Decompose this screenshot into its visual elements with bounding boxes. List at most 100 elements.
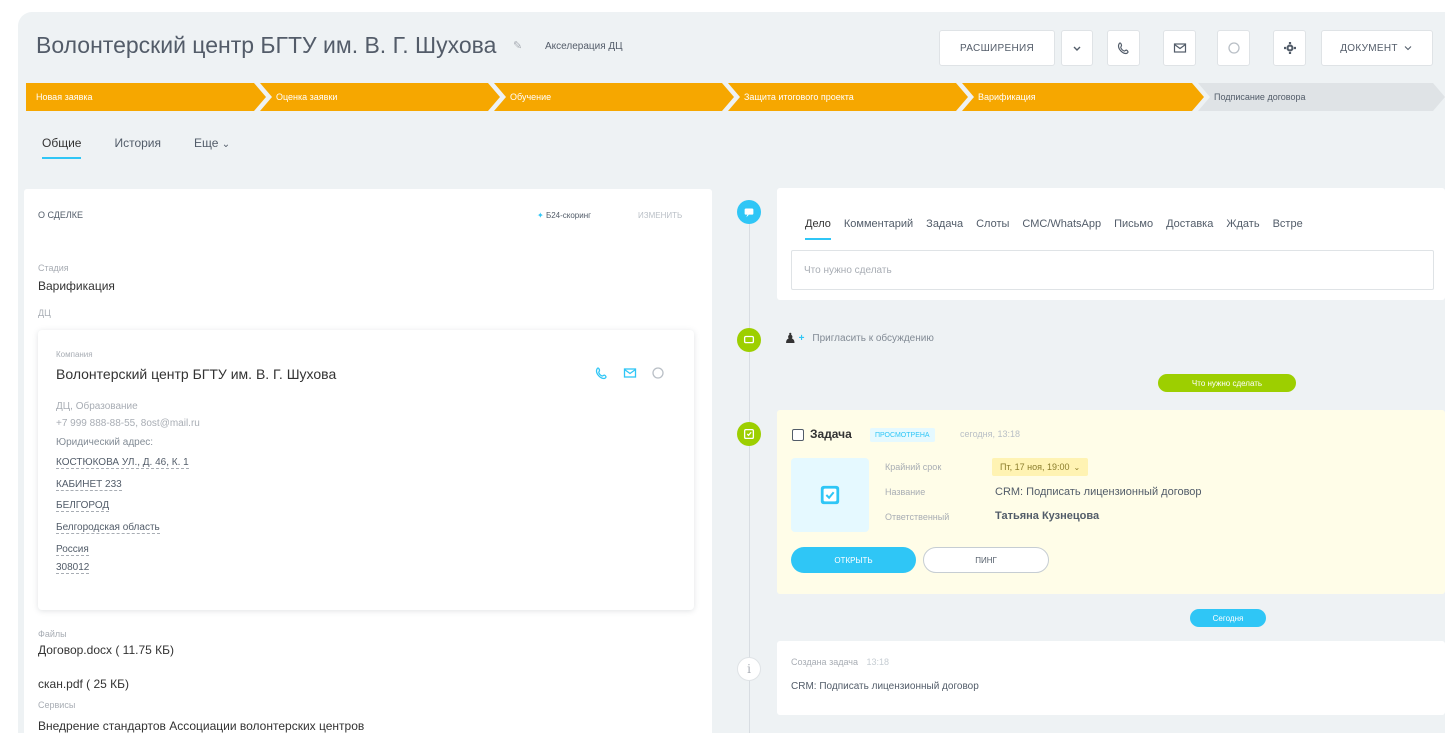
stage-verification[interactable]: Варификация	[962, 83, 1204, 111]
change-section-button[interactable]: изменить	[638, 211, 682, 220]
deal-tabs: Общие История Еще ⌄	[42, 136, 230, 159]
address-label: Юридический адрес:	[56, 437, 154, 448]
company-card: Компания Волонтерский центр БГТУ им. В. …	[38, 330, 694, 610]
activity-editor: Дело Комментарий Задача Слоты СМС/WhatsA…	[777, 188, 1445, 300]
address-line: Белгородская область	[56, 522, 160, 534]
stage-contract-signing[interactable]: Подписание договора	[1198, 83, 1445, 111]
ping-button[interactable]: пинг	[923, 547, 1049, 573]
stage-field-value[interactable]: Варификация	[38, 279, 115, 293]
deadline-label: Крайний срок	[885, 462, 942, 472]
tab-activity-task[interactable]: Дело	[805, 218, 831, 240]
extensions-button[interactable]: РАСШИРЕНИЯ	[939, 30, 1055, 66]
edit-icon	[743, 428, 755, 440]
chat-bubble-icon	[1227, 42, 1240, 54]
bitrix-scoring-link[interactable]: ✦ Б24-скоринг	[537, 211, 591, 220]
call-button[interactable]	[1107, 30, 1140, 66]
todo-input[interactable]: Что нужно сделать	[791, 250, 1434, 290]
file-link[interactable]: Договор.docx ( 11.75 КБ)	[38, 643, 174, 657]
stage-request-evaluation[interactable]: Оценка заявки	[260, 83, 500, 111]
tab-meeting[interactable]: Встре	[1273, 218, 1303, 240]
email-button[interactable]	[1163, 30, 1196, 66]
responsible-value[interactable]: Татьяна Кузнецова	[995, 510, 1099, 522]
deal-header: Волонтерский центр БГТУ им. В. Г. Шухова…	[18, 12, 1445, 74]
messenger-button[interactable]	[1217, 30, 1250, 66]
invite-discussion-row[interactable]: ♟ + Пригласить к обсуждению	[784, 330, 934, 347]
checkbox-checked-icon	[820, 485, 840, 505]
tab-general[interactable]: Общие	[42, 136, 82, 159]
tab-email[interactable]: Письмо	[1114, 218, 1153, 240]
tab-sms-whatsapp[interactable]: СМС/WhatsApp	[1022, 218, 1101, 240]
status-badge: просмотрена	[870, 428, 935, 442]
phone-icon	[1117, 42, 1129, 55]
tab-more[interactable]: Еще ⌄	[194, 136, 230, 159]
edit-title-icon[interactable]: ✎	[513, 39, 522, 52]
tab-comment[interactable]: Комментарий	[844, 218, 913, 240]
history-title: Создана задача	[791, 657, 858, 667]
chevron-down-icon: ⌄	[1073, 462, 1081, 472]
task-complete-checkbox[interactable]	[792, 429, 804, 441]
tab-wait[interactable]: Ждать	[1226, 218, 1259, 240]
deal-info-card: О СДЕЛКЕ ✦ Б24-скоринг изменить Стадия В…	[24, 189, 712, 733]
todo-divider-pill: Что нужно сделать	[1158, 374, 1296, 392]
envelope-icon	[1173, 43, 1186, 53]
stage-new-request[interactable]: Новая заявка	[26, 83, 266, 111]
task-time: сегодня, 13:18	[960, 429, 1021, 439]
task-preview	[791, 458, 869, 532]
timeline-comment-icon	[737, 328, 761, 352]
history-text: CRM: Подписать лицензионный договор	[791, 681, 979, 692]
address-line: 308012	[56, 562, 90, 574]
timeline-info-icon: i	[737, 657, 761, 681]
gear-icon	[1283, 42, 1296, 54]
phone-icon[interactable]	[594, 365, 610, 381]
chevron-down-icon: ⌄	[221, 139, 231, 150]
history-item: Создана задача 13:18 CRM: Подписать лице…	[777, 641, 1445, 715]
envelope-icon[interactable]	[622, 365, 638, 381]
timeline-task-icon	[737, 422, 761, 446]
company-contacts: +7 999 888-88-55, 8ost@mail.ru	[56, 418, 200, 429]
deadline-value[interactable]: Пт, 17 ноя, 19:00 ⌄	[992, 458, 1089, 476]
task-name-value[interactable]: CRM: Подписать лицензионный договор	[995, 486, 1202, 498]
chevron-down-icon	[1073, 46, 1081, 51]
address-line: БЕЛГОРОД	[56, 500, 110, 512]
activity-tabs: Дело Комментарий Задача Слоты СМС/WhatsA…	[805, 218, 1303, 240]
add-user-icon: ♟	[784, 330, 797, 346]
stage-training[interactable]: Обучение	[494, 83, 734, 111]
tab-delivery[interactable]: Доставка	[1166, 218, 1213, 240]
stage-field-label: Стадия	[38, 263, 69, 273]
company-type: ДЦ, Образование	[56, 401, 138, 412]
tab-task[interactable]: Задача	[926, 218, 963, 240]
tab-slots[interactable]: Слоты	[976, 218, 1009, 240]
funnel-name[interactable]: Акселерация ДЦ	[545, 41, 623, 52]
address-line: КОСТЮКОВА УЛ., Д. 46, К. 1	[56, 457, 189, 469]
chat-bubble-icon	[744, 208, 754, 218]
services-value: Внедрение стандартов Ассоциации волонтер…	[38, 719, 365, 733]
tab-history[interactable]: История	[114, 136, 161, 159]
scoring-icon: ✦	[537, 211, 544, 220]
deal-title: Волонтерский центр БГТУ им. В. Г. Шухова	[36, 32, 497, 58]
history-time: 13:18	[866, 657, 889, 667]
task-card: Задача просмотрена сегодня, 13:18 Крайни…	[777, 410, 1445, 594]
company-name[interactable]: Волонтерский центр БГТУ им. В. Г. Шухова	[56, 366, 336, 382]
settings-button[interactable]	[1273, 30, 1306, 66]
responsible-label: Ответственный	[885, 512, 950, 522]
info-icon: i	[747, 662, 751, 676]
extensions-dropdown-button[interactable]	[1061, 30, 1093, 66]
today-divider-pill: Сегодня	[1190, 609, 1266, 627]
invite-label: Пригласить к обсуждению	[812, 333, 934, 344]
section-title: О СДЕЛКЕ	[38, 210, 84, 220]
stage-final-project-defense[interactable]: Защита итогового проекта	[728, 83, 968, 111]
chat-bubble-icon	[743, 335, 755, 344]
open-task-button[interactable]: открыть	[791, 547, 916, 573]
document-button[interactable]: ДОКУМЕНТ	[1321, 30, 1433, 66]
chat-bubble-icon[interactable]	[650, 365, 666, 381]
address-line: КАБИНЕТ 233	[56, 479, 122, 491]
timeline-activity-icon	[737, 200, 761, 224]
company-actions	[594, 365, 666, 381]
pipeline-stages: Новая заявка Оценка заявки Обучение Защи…	[26, 83, 1445, 111]
timeline-line	[749, 212, 750, 733]
services-label: Сервисы	[38, 700, 76, 710]
files-label: Файлы	[38, 629, 67, 639]
file-link[interactable]: скан.pdf ( 25 КБ)	[38, 677, 129, 691]
company-label: Компания	[56, 350, 93, 359]
task-title: Задача	[810, 427, 852, 441]
